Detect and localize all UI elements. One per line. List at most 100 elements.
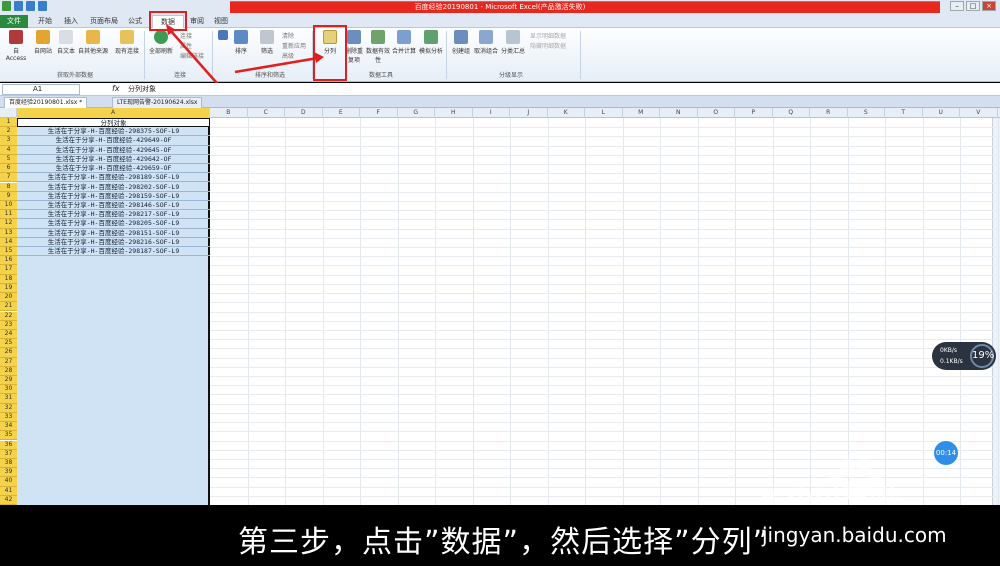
- row-header-29[interactable]: 29: [0, 376, 17, 386]
- group-button[interactable]: 创建组: [450, 30, 472, 55]
- minimize-button[interactable]: –: [950, 1, 964, 11]
- column-header-d[interactable]: D: [285, 108, 323, 118]
- row-header-17[interactable]: 17: [0, 265, 17, 275]
- row-header-12[interactable]: 12: [0, 219, 17, 229]
- row-header-15[interactable]: 15: [0, 247, 17, 257]
- tab-insert[interactable]: 插入: [60, 15, 82, 28]
- column-header-g[interactable]: G: [398, 108, 435, 118]
- cell-a5[interactable]: 生活在于分享-H-百度经验-429642-OF: [17, 155, 210, 165]
- row-header-4[interactable]: 4: [0, 145, 17, 155]
- column-header-m[interactable]: M: [623, 108, 660, 118]
- row-header-13[interactable]: 13: [0, 228, 17, 238]
- row-header-18[interactable]: 18: [0, 274, 17, 284]
- connections-link[interactable]: 连接: [180, 31, 192, 40]
- existing-connections-button[interactable]: 现有连接: [112, 30, 142, 55]
- tab-page-layout[interactable]: 页面布局: [86, 15, 122, 28]
- hide-detail-link[interactable]: 隐藏明细数据: [530, 41, 566, 50]
- spreadsheet-grid[interactable]: ABCDEFGHIJKLMNOPQRSTUV 1 2 3 4 5 6 7 8 9 10 11 12 13…: [0, 108, 1000, 505]
- row-header-21[interactable]: 21: [0, 302, 17, 312]
- row-header-20[interactable]: 20: [0, 293, 17, 303]
- data-validation-button[interactable]: 数据有效性: [366, 30, 390, 64]
- cell-a13[interactable]: 生活在于分享-H-百度经验-298151-SOF-L9: [17, 229, 210, 238]
- column-header-f[interactable]: F: [360, 108, 398, 118]
- column-header-l[interactable]: L: [585, 108, 623, 118]
- cell-a15[interactable]: 生活在于分享-H-百度经验-298187-SOF-L9: [17, 247, 210, 257]
- column-header-c[interactable]: C: [248, 108, 285, 118]
- row-header-10[interactable]: 10: [0, 200, 17, 211]
- row-header-1[interactable]: 1: [0, 118, 17, 128]
- row-header-36[interactable]: 36: [0, 440, 17, 450]
- cell-a8[interactable]: 生活在于分享-H-百度经验-298202-SOF-L9: [17, 183, 210, 192]
- column-header-e[interactable]: E: [323, 108, 360, 118]
- from-text-button[interactable]: 自文本: [55, 30, 77, 55]
- close-button[interactable]: ×: [982, 1, 996, 11]
- cell-a1-header[interactable]: 分列对象: [17, 118, 210, 128]
- from-web-button[interactable]: 自网站: [32, 30, 54, 55]
- column-header-p[interactable]: P: [735, 108, 773, 118]
- column-header-q[interactable]: Q: [773, 108, 810, 118]
- formula-input[interactable]: 分列对象: [128, 84, 156, 94]
- name-box[interactable]: A1: [2, 84, 80, 95]
- tab-formulas[interactable]: 公式: [124, 15, 146, 28]
- ungroup-button[interactable]: 取消组合: [473, 30, 499, 55]
- row-header-9[interactable]: 9: [0, 191, 17, 201]
- column-header-a[interactable]: A: [17, 108, 210, 118]
- row-header-19[interactable]: 19: [0, 283, 17, 294]
- row-header-40[interactable]: 40: [0, 477, 17, 487]
- advanced-link[interactable]: 高级: [282, 51, 294, 60]
- column-header-k[interactable]: K: [548, 108, 585, 118]
- cell-a3[interactable]: 生活在于分享-H-百度经验-429649-OF: [17, 136, 210, 146]
- from-access-button[interactable]: 自 Access: [2, 30, 30, 62]
- reapply-link[interactable]: 重新应用: [282, 41, 306, 50]
- tab-review[interactable]: 审阅: [186, 15, 208, 28]
- row-header-24[interactable]: 24: [0, 329, 17, 340]
- from-other-sources-button[interactable]: 自其他来源: [78, 30, 108, 55]
- row-header-22[interactable]: 22: [0, 311, 17, 321]
- row-header-42[interactable]: 42: [0, 495, 17, 505]
- show-detail-link[interactable]: 显示明细数据: [530, 31, 566, 40]
- column-header-b[interactable]: B: [210, 108, 248, 118]
- column-header-s[interactable]: S: [848, 108, 885, 118]
- tab-home[interactable]: 开始: [32, 15, 58, 28]
- consolidate-button[interactable]: 合并计算: [392, 30, 416, 55]
- row-header-37[interactable]: 37: [0, 449, 17, 459]
- row-header-38[interactable]: 38: [0, 458, 17, 469]
- row-header-2[interactable]: 2: [0, 127, 17, 137]
- cell-a6[interactable]: 生活在于分享-H-百度经验-429659-OF: [17, 164, 210, 174]
- sort-button[interactable]: 排序: [230, 30, 252, 55]
- row-header-23[interactable]: 23: [0, 320, 17, 330]
- row-header-8[interactable]: 8: [0, 182, 17, 192]
- column-header-t[interactable]: T: [885, 108, 923, 118]
- column-header-n[interactable]: N: [660, 108, 698, 118]
- workbook-tab[interactable]: LTE现网告警-20190624.xlsx: [112, 97, 203, 108]
- cell-a10[interactable]: 生活在于分享-H-百度经验-298146-SOF-L9: [17, 201, 210, 211]
- column-header-h[interactable]: H: [435, 108, 473, 118]
- row-header-6[interactable]: 6: [0, 164, 17, 174]
- cell-a4[interactable]: 生活在于分享-H-百度经验-429645-OF: [17, 146, 210, 155]
- row-header-31[interactable]: 31: [0, 394, 17, 404]
- column-header-o[interactable]: O: [698, 108, 735, 118]
- cell-a12[interactable]: 生活在于分享-H-百度经验-298205-SOF-L9: [17, 219, 210, 229]
- properties-link[interactable]: 属性: [180, 41, 192, 50]
- row-header-26[interactable]: 26: [0, 348, 17, 358]
- workbook-tab-active[interactable]: 百度经验20190801.xlsx *: [4, 97, 88, 108]
- row-header-7[interactable]: 7: [0, 173, 17, 183]
- row-header-30[interactable]: 30: [0, 385, 17, 395]
- row-header-35[interactable]: 35: [0, 431, 17, 441]
- clear-link[interactable]: 清除: [282, 31, 294, 40]
- maximize-button[interactable]: □: [966, 1, 980, 11]
- row-header-3[interactable]: 3: [0, 136, 17, 146]
- what-if-analysis-button[interactable]: 模拟分析: [418, 30, 444, 55]
- cell-a11[interactable]: 生活在于分享-H-百度经验-298217-SOF-L9: [17, 210, 210, 220]
- row-header-5[interactable]: 5: [0, 154, 17, 165]
- row-header-25[interactable]: 25: [0, 339, 17, 349]
- refresh-all-button[interactable]: 全部刷新: [147, 30, 175, 55]
- cell-a9[interactable]: 生活在于分享-H-百度经验-298159-SOF-L9: [17, 192, 210, 201]
- cell-a7[interactable]: 生活在于分享-H-百度经验-298189-SOF-L9: [17, 173, 210, 183]
- filter-button[interactable]: 筛选: [256, 30, 278, 55]
- column-header-u[interactable]: U: [923, 108, 960, 118]
- column-header-r[interactable]: R: [810, 108, 848, 118]
- row-header-39[interactable]: 39: [0, 468, 17, 478]
- row-header-41[interactable]: 41: [0, 486, 17, 496]
- tab-view[interactable]: 视图: [210, 15, 232, 28]
